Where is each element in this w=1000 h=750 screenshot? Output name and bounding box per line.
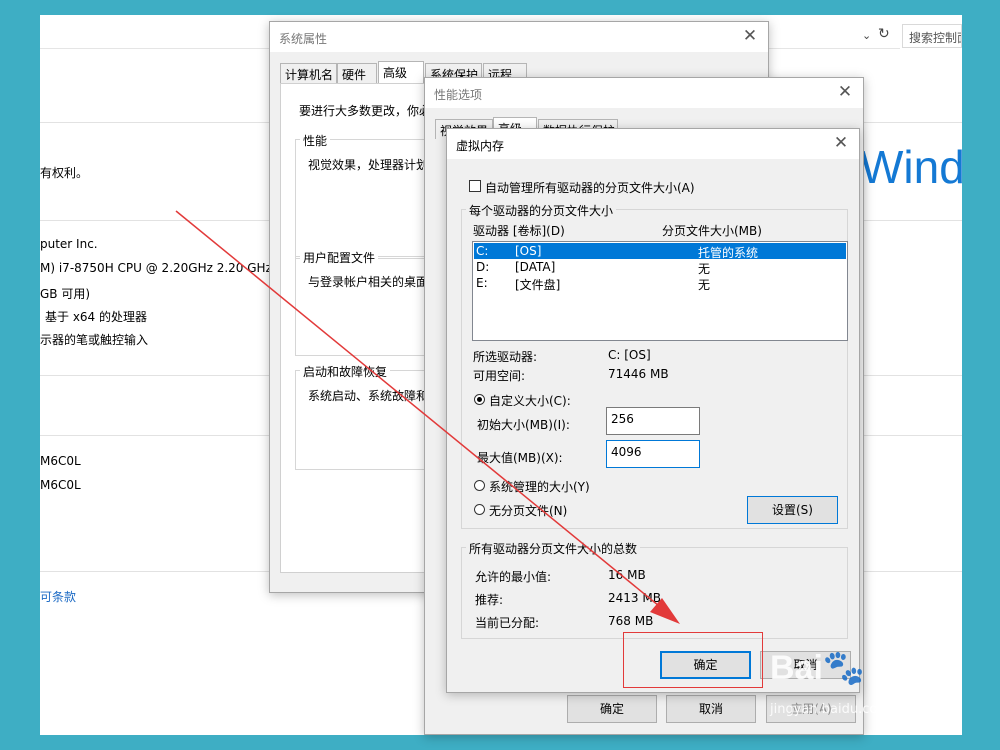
- group-label: 用户配置文件: [300, 249, 379, 266]
- selected-drive-label: 所选驱动器:: [473, 350, 538, 364]
- watermark-url: jingyan.baidu.com: [770, 702, 890, 717]
- min-allowed-value: 16 MB: [608, 568, 646, 582]
- list-item[interactable]: E: [文件盘] 无: [474, 275, 846, 292]
- cancel-button[interactable]: 取消: [666, 695, 756, 723]
- pen-touch-value: 示器的笔或触控输入: [40, 333, 149, 347]
- auto-manage-checkbox[interactable]: [469, 180, 481, 192]
- custom-size-radio[interactable]: [474, 394, 485, 405]
- selected-drive-value: C: [OS]: [608, 348, 651, 362]
- allocated-label: 当前已分配:: [475, 616, 540, 630]
- system-managed-label: 系统管理的大小(Y): [489, 480, 590, 494]
- recommended-value: 2413 MB: [608, 591, 661, 605]
- close-icon[interactable]: ✕: [835, 82, 855, 102]
- dialog-title: 虚拟内存: [456, 139, 505, 153]
- list-item[interactable]: D: [DATA] 无: [474, 259, 846, 276]
- free-space-label: 可用空间:: [473, 369, 526, 383]
- group-label: 性能: [300, 132, 331, 149]
- title-bar: 虚拟内存 ✕: [447, 129, 859, 159]
- group-label: 每个驱动器的分页文件大小: [466, 202, 617, 219]
- max-size-label: 最大值(MB)(X):: [477, 451, 563, 465]
- search-input[interactable]: 搜索控制面: [902, 24, 962, 48]
- no-paging-file-label: 无分页文件(N): [489, 504, 568, 518]
- tab-advanced[interactable]: 高级: [378, 61, 424, 83]
- initial-size-input[interactable]: 256: [606, 407, 700, 435]
- max-size-input[interactable]: 4096: [606, 440, 700, 468]
- drive-list[interactable]: C: [OS] 托管的系统 D: [DATA] 无 E: [文件盘] 无: [472, 241, 848, 341]
- computer-name-value: M6C0L: [40, 454, 81, 468]
- startup-recovery-desc: 系统启动、系统故障和: [308, 389, 429, 403]
- copyright-text: 有权利。: [40, 166, 89, 180]
- initial-size-label: 初始大小(MB)(I):: [477, 418, 570, 432]
- min-allowed-label: 允许的最小值:: [475, 570, 552, 584]
- ram-value: GB 可用): [40, 287, 91, 301]
- list-item[interactable]: C: [OS] 托管的系统: [474, 243, 846, 260]
- close-icon[interactable]: ✕: [831, 133, 851, 153]
- no-paging-file-radio[interactable]: [474, 504, 485, 515]
- admin-notice: 要进行大多数更改，你必: [299, 104, 432, 118]
- processor-value: M) i7-8750H CPU @ 2.20GHz 2.20 GHz: [40, 261, 272, 275]
- tab-computer-name[interactable]: 计算机名: [280, 63, 337, 83]
- auto-manage-label: 自动管理所有驱动器的分页文件大小(A): [485, 181, 695, 195]
- virtual-memory-dialog: 虚拟内存 ✕ 自动管理所有驱动器的分页文件大小(A) 每个驱动器的分页文件大小 …: [446, 128, 860, 693]
- allocated-value: 768 MB: [608, 614, 654, 628]
- system-type-value: 基于 x64 的处理器: [45, 310, 148, 324]
- recommended-label: 推荐:: [475, 593, 504, 607]
- user-profiles-desc: 与登录帐户相关的桌面: [308, 275, 429, 289]
- size-column-header: 分页文件大小(MB): [662, 224, 762, 238]
- tab-hardware[interactable]: 硬件: [337, 63, 377, 83]
- performance-desc: 视觉效果，处理器计划: [308, 158, 429, 172]
- chevron-down-icon[interactable]: ⌄: [862, 29, 871, 42]
- ok-button[interactable]: 确定: [567, 695, 657, 723]
- watermark-logo-text: Bai🐾 经验: [770, 649, 943, 687]
- system-managed-radio[interactable]: [474, 480, 485, 491]
- manufacturer-value: puter Inc.: [40, 237, 98, 251]
- windows-logo-text: Wind: [860, 141, 962, 193]
- title-bar: 系统属性 ✕: [270, 22, 768, 52]
- title-bar: 性能选项 ✕: [425, 78, 863, 108]
- drive-column-header: 驱动器 [卷标](D): [473, 224, 565, 238]
- window-title: 系统属性: [279, 32, 328, 46]
- free-space-value: 71446 MB: [608, 367, 669, 381]
- window-title: 性能选项: [434, 88, 483, 102]
- license-terms-link[interactable]: 可条款: [40, 588, 76, 605]
- set-button[interactable]: 设置(S): [747, 496, 838, 524]
- group-label: 启动和故障恢复: [300, 363, 391, 380]
- refresh-icon[interactable]: ↻: [878, 26, 890, 42]
- close-icon[interactable]: ✕: [740, 26, 760, 46]
- custom-size-label: 自定义大小(C):: [489, 394, 571, 408]
- annotation-highlight-box: [623, 632, 763, 688]
- group-label: 所有驱动器分页文件大小的总数: [466, 540, 641, 557]
- full-computer-name-value: M6C0L: [40, 478, 81, 492]
